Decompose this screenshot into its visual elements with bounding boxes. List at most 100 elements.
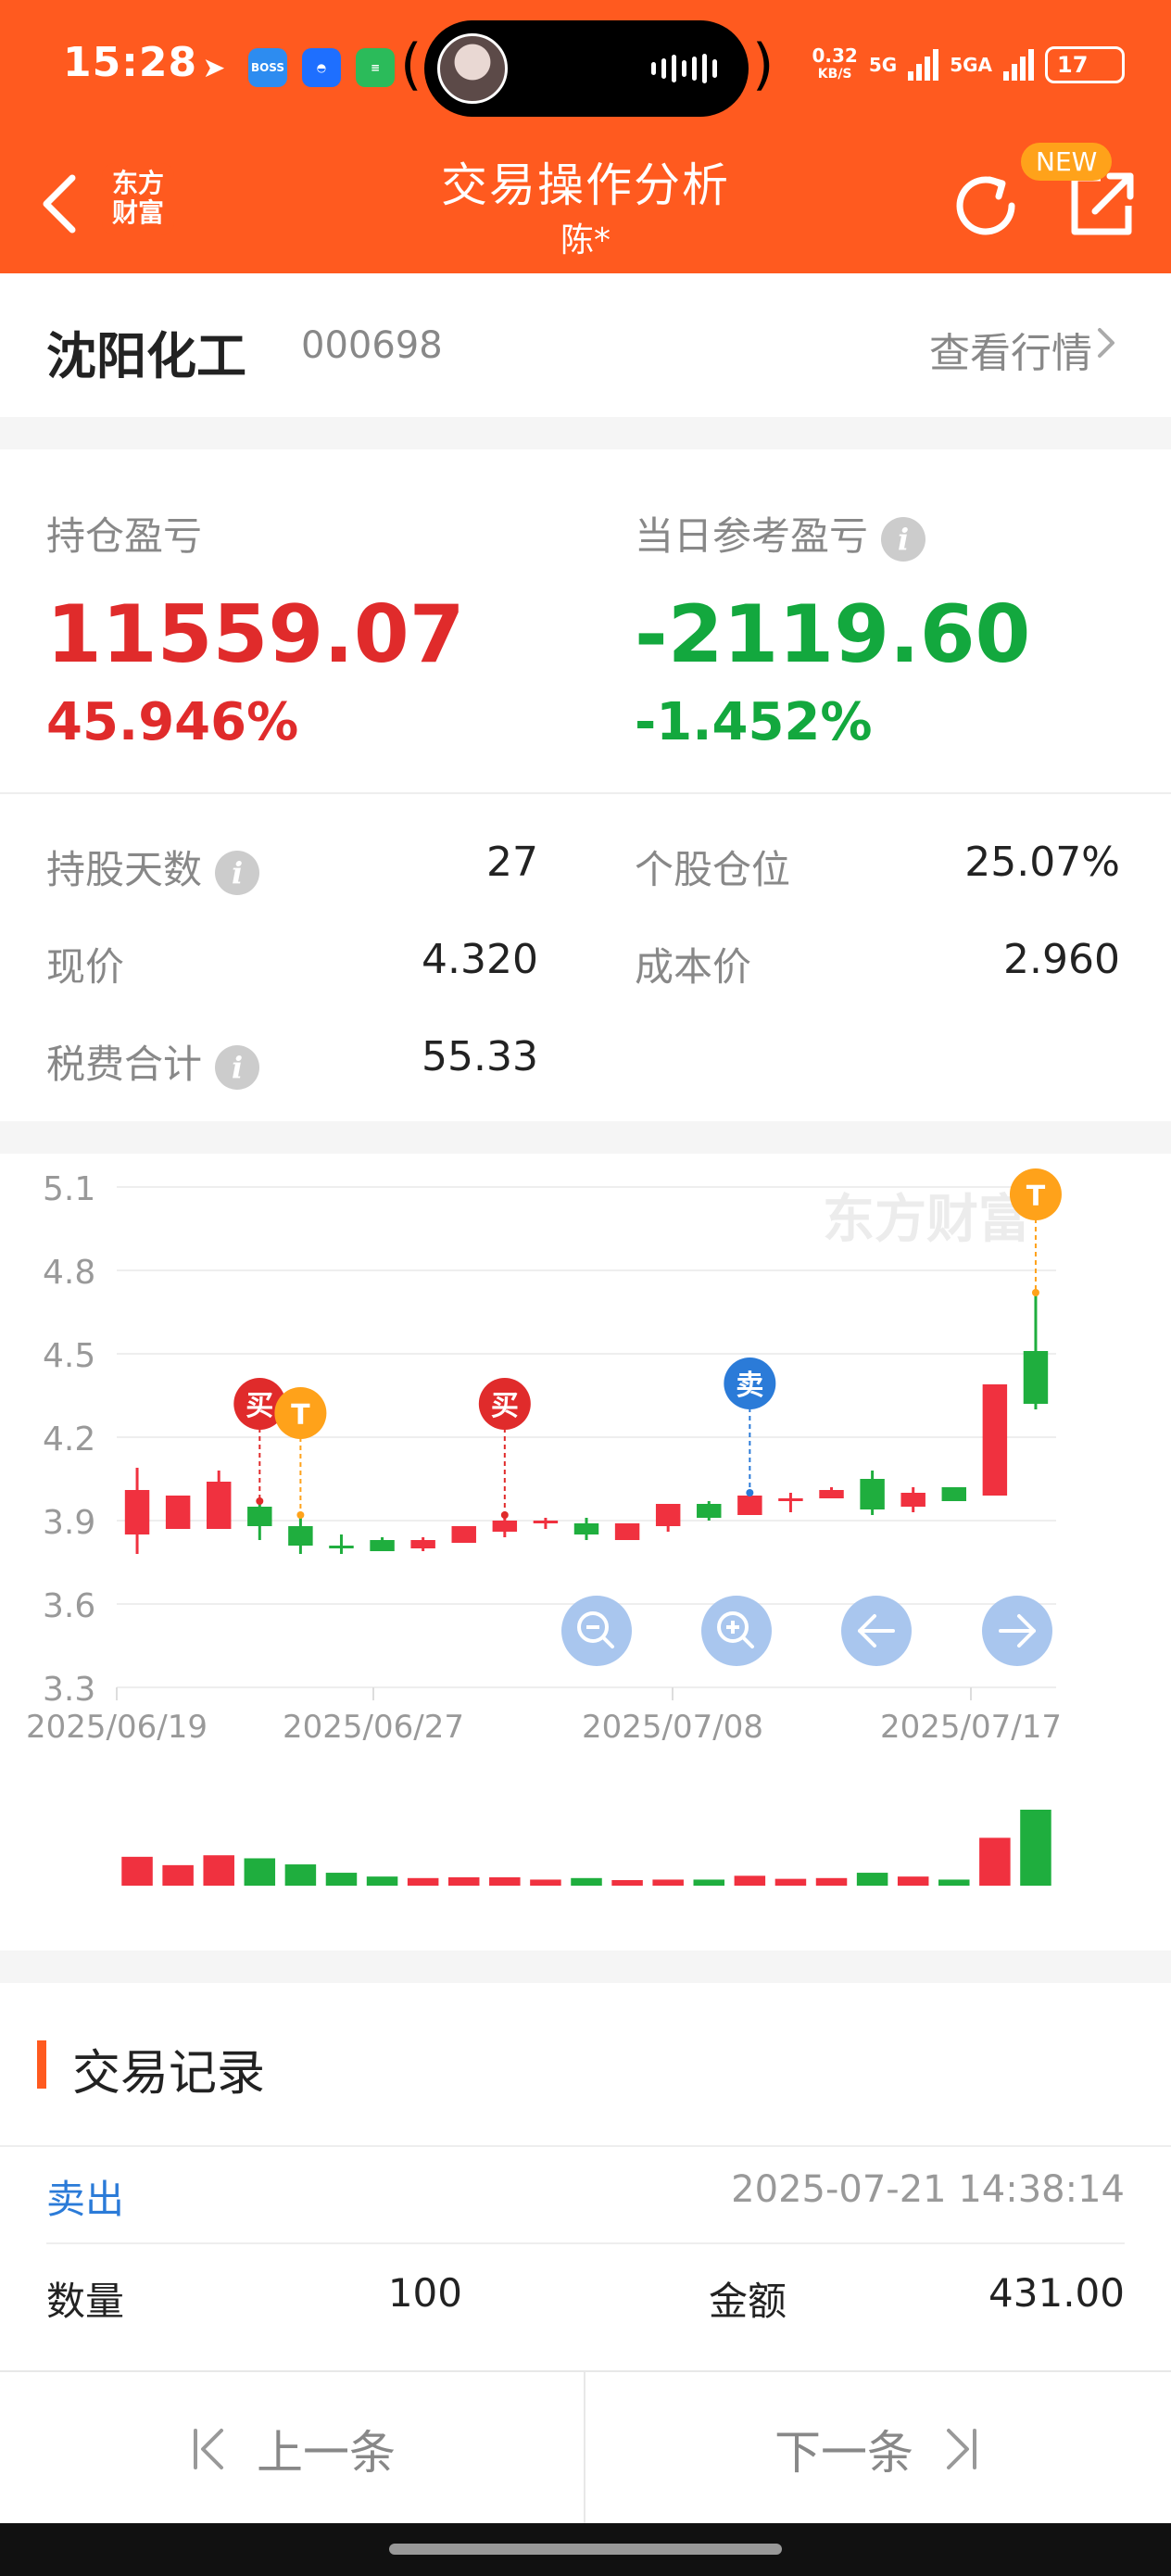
prev-record-button[interactable]: 上一条 — [0, 2372, 584, 2525]
status-time: 15:28 — [63, 39, 198, 86]
volume-bar — [571, 1877, 602, 1886]
volume-bar — [734, 1875, 766, 1886]
trade-marker-label: T — [1026, 1181, 1046, 1213]
divider — [0, 792, 1171, 794]
kline-chart-card: 5.1 4.8 4.5 4.2 3.9 3.6 3.3 2025/06/19 2025/06/2… — [0, 1154, 1171, 1951]
volume-bar — [530, 1879, 561, 1886]
marker-dot — [1031, 1289, 1039, 1296]
zoom-in-icon — [701, 1596, 772, 1666]
amount-value: 431.00 — [988, 2270, 1125, 2316]
volume-bar — [121, 1856, 153, 1886]
volume-bar — [652, 1879, 684, 1886]
marker-dot — [746, 1489, 754, 1496]
bottom-nav: 上一条 下一条 — [0, 2370, 1171, 2525]
audio-wave-icon — [651, 54, 717, 83]
candle-body — [900, 1493, 925, 1507]
zoom-in-button[interactable] — [701, 1596, 772, 1666]
island-avatar — [437, 33, 508, 104]
y-tick-label: 3.6 — [43, 1587, 95, 1625]
trade-marker-label: T — [291, 1399, 310, 1432]
record-type[interactable]: 卖出 — [46, 2168, 124, 2225]
message-notification-icon: ≡ — [356, 48, 395, 87]
skip-prev-icon — [194, 2428, 223, 2469]
zoom-out-icon — [561, 1596, 632, 1666]
qty-value: 100 — [387, 2270, 462, 2316]
hold-days-label: 持股天数 i — [46, 839, 260, 895]
dynamic-island[interactable] — [424, 20, 749, 117]
volume-bar — [938, 1879, 970, 1886]
candle-body — [737, 1496, 762, 1515]
y-tick-label: 4.2 — [43, 1421, 95, 1458]
watermark-logo: 东方财富 — [823, 1190, 1030, 1250]
next-record-button[interactable]: 下一条 — [586, 2372, 1171, 2525]
volume-bar — [856, 1873, 888, 1886]
signal-icon-2 — [1003, 49, 1034, 81]
island-bracket-right: ) — [752, 32, 774, 97]
pnl-card: 持仓盈亏 11559.07 45.946% 当日参考盈亏 i -2119.60 -… — [0, 449, 1171, 1121]
volume-bar — [244, 1858, 276, 1886]
volume-bar — [325, 1873, 358, 1886]
candle-body — [165, 1496, 191, 1529]
net-speed: 0.32 KB/S — [812, 44, 858, 82]
stock-code: 000698 — [301, 324, 443, 367]
x-tick-label: 2025/06/27 — [283, 1709, 464, 1746]
volume-bar — [897, 1876, 929, 1886]
candle-body — [451, 1526, 476, 1543]
island-bracket-left: ( — [400, 32, 422, 97]
amount-label: 金额 — [709, 2279, 787, 2324]
y-tick-label: 3.3 — [43, 1671, 95, 1709]
info-icon[interactable]: i — [215, 850, 260, 895]
y-tick-label: 3.9 — [43, 1504, 95, 1542]
divider — [0, 2145, 1171, 2147]
candle-body — [410, 1540, 435, 1548]
chevron-right-icon[interactable] — [1092, 324, 1120, 361]
candle-body — [124, 1490, 150, 1534]
candle-body — [819, 1490, 844, 1498]
cost-price-label: 成本价 — [635, 944, 752, 990]
position-pnl-pct: 45.946% — [46, 692, 299, 752]
x-tick-label: 2025/06/19 — [26, 1709, 208, 1746]
info-icon[interactable]: i — [215, 1044, 260, 1090]
left-button[interactable] — [841, 1596, 912, 1666]
stock-header: 沈阳化工 000698 查看行情 — [0, 273, 1171, 417]
nav-bar: 东方财富 交易操作分析 陈* NEW — [0, 139, 1171, 273]
candle-body — [533, 1521, 559, 1523]
trade-marker-label: 卖 — [736, 1370, 763, 1402]
notification-icons: ➤ BOSS ◓ ≡ — [195, 48, 395, 87]
candle-body — [247, 1507, 272, 1526]
kline-chart[interactable]: 5.1 4.8 4.5 4.2 3.9 3.6 3.32025/06/19 2025/06/2… — [0, 1154, 1171, 1951]
prev-record-label: 上一条 — [257, 2425, 396, 2480]
stock-name: 沈阳化工 — [46, 327, 246, 385]
signal-icon — [908, 49, 939, 81]
volume-bar — [1020, 1810, 1051, 1886]
volume-bar — [815, 1877, 848, 1886]
x-tick-label: 2025/07/17 — [880, 1709, 1062, 1746]
marker-dot — [256, 1497, 264, 1505]
volume-bar — [366, 1876, 398, 1886]
candle-body — [778, 1498, 803, 1501]
next-record-label: 下一条 — [774, 2425, 913, 2480]
system-nav-bar — [0, 2523, 1171, 2576]
info-icon[interactable]: i — [881, 516, 926, 562]
zoom-out-button[interactable] — [561, 1596, 632, 1666]
right-button[interactable] — [982, 1596, 1052, 1666]
home-indicator[interactable] — [389, 2544, 782, 2555]
status-indicators: 0.32 KB/S 5G 5GA 17 — [812, 46, 1125, 83]
boss-notification-icon: BOSS — [248, 48, 287, 87]
candle-body — [329, 1546, 354, 1548]
daily-pnl-label: 当日参考盈亏 — [635, 513, 869, 559]
daily-pnl-header: 当日参考盈亏 i — [635, 505, 926, 562]
volume-bar — [979, 1837, 1011, 1886]
candle-body — [1023, 1351, 1049, 1404]
app-header: 15:28 ➤ BOSS ◓ ≡ ( ) 0.32 KB/S 5G 5GA 17 — [0, 0, 1171, 273]
marker-dot — [296, 1511, 305, 1519]
cost-price-value: 2.960 — [1003, 936, 1120, 983]
trade-marker-label: 买 — [491, 1390, 519, 1422]
daily-pnl-value: -2119.60 — [635, 588, 1031, 681]
candle-body — [492, 1521, 518, 1532]
position-ratio-label: 个股仓位 — [635, 847, 791, 892]
view-quote-link[interactable]: 查看行情 — [929, 320, 1092, 379]
telegram-notification-icon: ➤ — [202, 51, 226, 84]
candle-body — [860, 1479, 885, 1509]
refresh-icon[interactable] — [947, 167, 1025, 245]
